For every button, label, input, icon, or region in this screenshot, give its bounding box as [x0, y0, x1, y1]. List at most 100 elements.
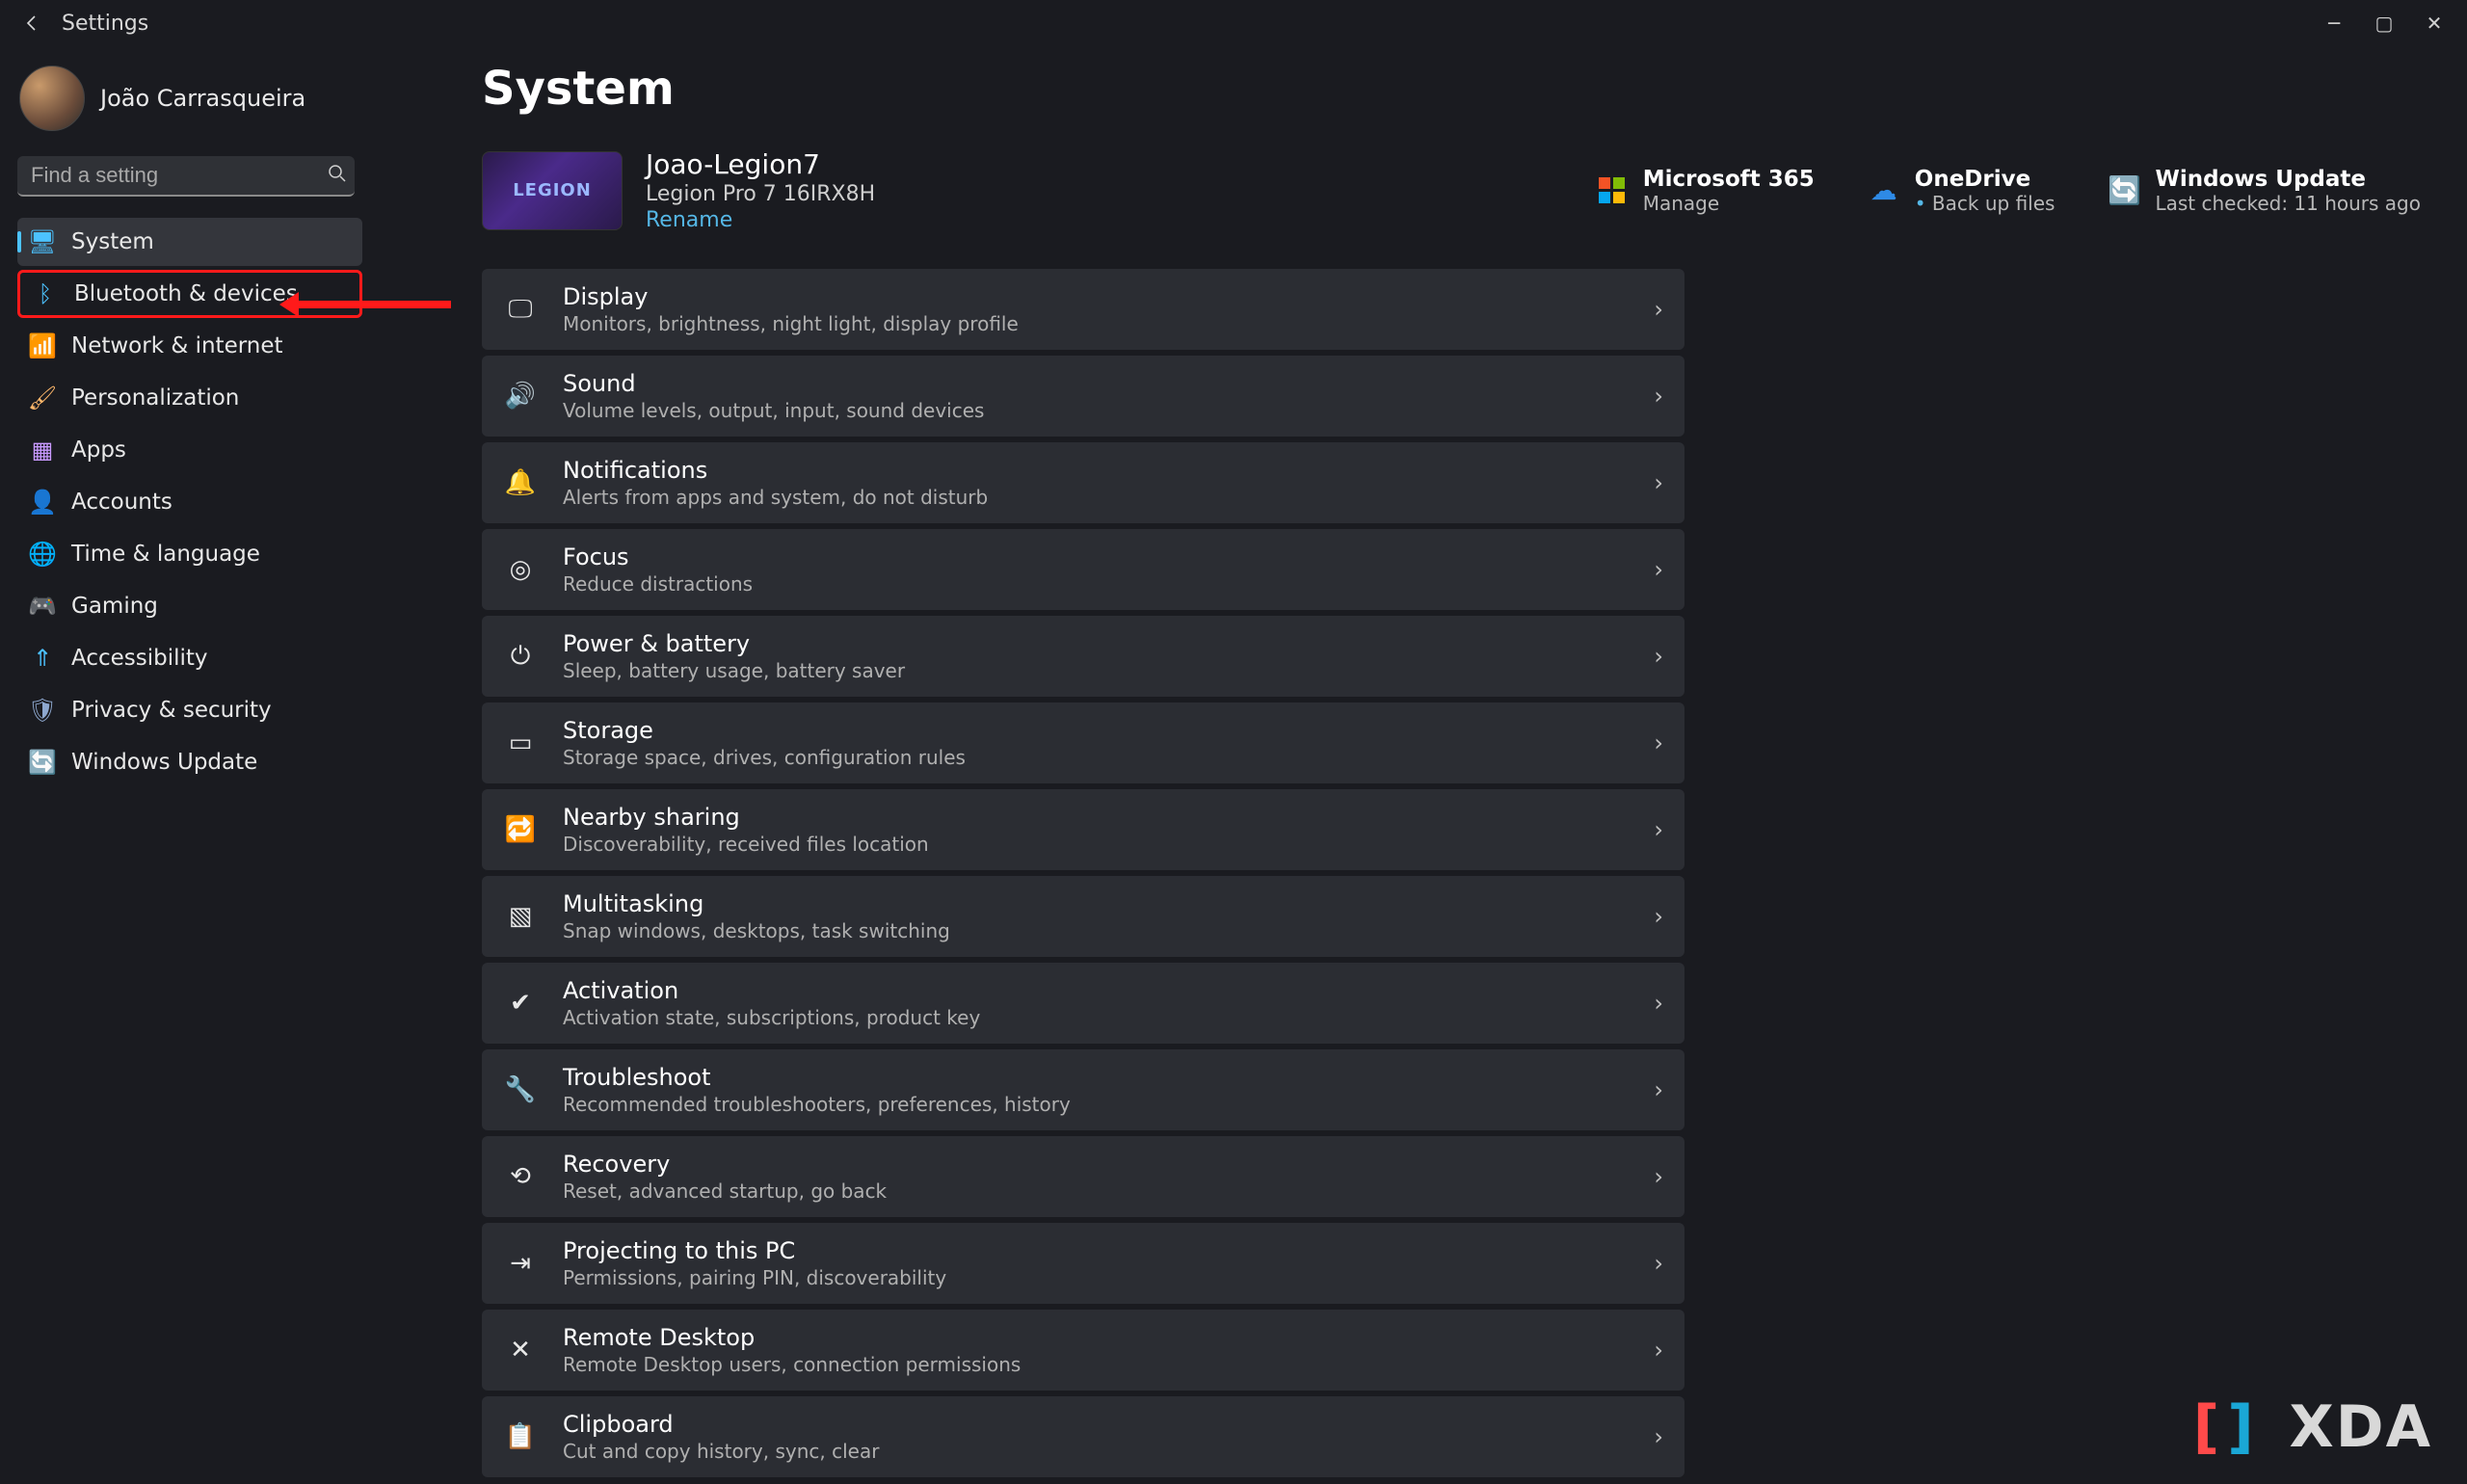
- system-header: LEGION Joao-Legion7 Legion Pro 7 16IRX8H…: [482, 148, 2428, 232]
- sidebar-item-gaming[interactable]: 🎮 Gaming: [17, 582, 362, 630]
- account-header[interactable]: João Carrasqueira: [17, 58, 362, 148]
- update-icon: 🔄: [29, 749, 56, 776]
- device-thumbnail: LEGION: [482, 151, 623, 230]
- sidebar-item-network-internet[interactable]: 📶Network & internet: [17, 322, 362, 370]
- chevron-right-icon: ›: [1654, 556, 1663, 583]
- settings-item-clipboard[interactable]: 📋ClipboardCut and copy history, sync, cl…: [482, 1396, 1684, 1477]
- rename-link[interactable]: Rename: [646, 208, 875, 232]
- sidebar-item-bluetooth-devices[interactable]: ᛒBluetooth & devices: [17, 270, 362, 318]
- page-title: System: [482, 62, 2428, 116]
- sidebar-item-privacy-security[interactable]: 🛡Privacy & security: [17, 686, 362, 734]
- item-title: Troubleshoot: [563, 1064, 1071, 1091]
- device-info: Joao-Legion7 Legion Pro 7 16IRX8H Rename: [646, 148, 875, 232]
- settings-item-multitasking[interactable]: ▧ MultitaskingSnap windows, desktops, tas…: [482, 876, 1684, 957]
- item-subtitle: Snap windows, desktops, task switching: [563, 919, 950, 942]
- sidebar-item-label: Accounts: [71, 490, 172, 515]
- storage-icon: ▭: [503, 729, 538, 757]
- item-title: Recovery: [563, 1151, 887, 1178]
- settings-item-focus[interactable]: ◎FocusReduce distractions›: [482, 529, 1684, 610]
- sidebar-item-accessibility[interactable]: ⇑ Accessibility: [17, 634, 362, 682]
- maximize-button[interactable]: ▢: [2371, 10, 2398, 37]
- status-sub: Last checked: 11 hours ago: [2155, 192, 2421, 215]
- item-title: Focus: [563, 543, 753, 570]
- back-button[interactable]: [21, 12, 44, 35]
- gamepad-icon: 🎮: [29, 593, 56, 620]
- settings-item-activation[interactable]: ✔ ActivationActivation state, subscriptio…: [482, 963, 1684, 1044]
- settings-item-projecting-to-this-pc[interactable]: ⇥Projecting to this PCPermissions, pairi…: [482, 1223, 1684, 1304]
- item-title: Remote Desktop: [563, 1324, 1021, 1351]
- settings-item-recovery[interactable]: ⟲ RecoveryReset, advanced startup, go bac…: [482, 1136, 1684, 1217]
- chevron-right-icon: ›: [1654, 469, 1663, 496]
- item-title: Storage: [563, 717, 966, 744]
- chevron-right-icon: ›: [1654, 1076, 1663, 1103]
- recovery-icon: ⟲: [503, 1162, 538, 1191]
- close-button[interactable]: ✕: [2421, 10, 2448, 37]
- check-icon: ✔: [503, 989, 538, 1018]
- clipboard-icon: 📋: [503, 1422, 538, 1451]
- item-subtitle: Reset, advanced startup, go back: [563, 1179, 887, 1203]
- remote-icon: ✕: [503, 1336, 538, 1365]
- chevron-right-icon: ›: [1654, 1337, 1663, 1364]
- item-title: Notifications: [563, 457, 988, 484]
- paintbrush-icon: 🖌: [29, 384, 56, 411]
- sidebar-item-personalization[interactable]: 🖌Personalization: [17, 374, 362, 422]
- item-title: Power & battery: [563, 630, 905, 657]
- item-title: Activation: [563, 977, 980, 1004]
- status-title: Windows Update: [2155, 167, 2421, 192]
- sidebar-item-apps[interactable]: ▦Apps: [17, 426, 362, 474]
- sidebar-item-system[interactable]: 🖥System: [17, 218, 362, 266]
- apps-icon: ▦: [29, 437, 56, 464]
- project-icon: ⇥: [503, 1249, 538, 1278]
- status-microsoft-365[interactable]: Microsoft 365Manage: [1597, 167, 1815, 215]
- sidebar-item-time-language[interactable]: 🌐Time & language: [17, 530, 362, 578]
- settings-item-display[interactable]: 🖵DisplayMonitors, brightness, night ligh…: [482, 269, 1684, 350]
- sidebar-item-label: System: [71, 229, 154, 254]
- annotation-arrow: [297, 301, 451, 308]
- bluetooth-icon: ᛒ: [32, 280, 59, 307]
- status-onedrive[interactable]: ☁OneDriveBack up files: [1869, 167, 2056, 215]
- chevron-right-icon: ›: [1654, 383, 1663, 410]
- item-subtitle: Storage space, drives, configuration rul…: [563, 746, 966, 769]
- sidebar-item-label: Accessibility: [71, 646, 208, 671]
- item-title: Nearby sharing: [563, 804, 929, 831]
- chevron-right-icon: ›: [1654, 816, 1663, 843]
- settings-item-sound[interactable]: 🔊SoundVolume levels, output, input, soun…: [482, 356, 1684, 437]
- sidebar-item-label: Privacy & security: [71, 698, 272, 723]
- status-sub: Manage: [1643, 192, 1815, 215]
- sidebar-item-label: Gaming: [71, 594, 158, 619]
- chevron-right-icon: ›: [1654, 729, 1663, 756]
- globe-clock-icon: 🌐: [29, 541, 56, 568]
- cloud-icon: ☁: [1869, 175, 1899, 206]
- status-tiles: Microsoft 365Manage ☁OneDriveBack up file…: [1597, 167, 2421, 215]
- item-subtitle: Volume levels, output, input, sound devi…: [563, 399, 984, 422]
- chevron-right-icon: ›: [1654, 643, 1663, 670]
- item-title: Projecting to this PC: [563, 1237, 946, 1264]
- settings-item-troubleshoot[interactable]: 🔧TroubleshootRecommended troubleshooters…: [482, 1049, 1684, 1130]
- share-icon: 🔁: [503, 815, 538, 844]
- settings-item-power-battery[interactable]: ⏻ Power & batterySleep, battery usage, ba…: [482, 616, 1684, 697]
- update-icon: 🔄: [2109, 175, 2139, 206]
- accessibility-icon: ⇑: [29, 645, 56, 672]
- power-icon: ⏻: [503, 642, 538, 672]
- item-subtitle: Discoverability, received files location: [563, 833, 929, 856]
- settings-item-nearby-sharing[interactable]: 🔁 Nearby sharingDiscoverability, received…: [482, 789, 1684, 870]
- search-wrap: [17, 156, 362, 197]
- item-subtitle: Sleep, battery usage, battery saver: [563, 659, 905, 682]
- search-input[interactable]: [17, 156, 355, 197]
- display-icon: 🖵: [503, 295, 538, 325]
- settings-item-storage[interactable]: ▭ StorageStorage space, drives, configura…: [482, 702, 1684, 783]
- item-title: Multitasking: [563, 890, 950, 917]
- settings-item-notifications[interactable]: 🔔NotificationsAlerts from apps and syste…: [482, 442, 1684, 523]
- sidebar-item-accounts[interactable]: 👤Accounts: [17, 478, 362, 526]
- settings-item-remote-desktop[interactable]: ✕Remote DesktopRemote Desktop users, con…: [482, 1310, 1684, 1391]
- settings-list: 🖵DisplayMonitors, brightness, night ligh…: [482, 269, 1684, 1477]
- chevron-right-icon: ›: [1654, 1250, 1663, 1277]
- item-subtitle: Alerts from apps and system, do not dist…: [563, 486, 988, 509]
- status-windows-update[interactable]: 🔄 Windows UpdateLast checked: 11 hours ag…: [2109, 167, 2421, 215]
- multitask-icon: ▧: [503, 902, 538, 931]
- wrench-icon: 🔧: [503, 1075, 538, 1104]
- sidebar-item-windows-update[interactable]: 🔄Windows Update: [17, 738, 362, 786]
- minimize-button[interactable]: ─: [2321, 10, 2348, 37]
- titlebar: Settings ─ ▢ ✕: [0, 0, 2467, 46]
- item-subtitle: Activation state, subscriptions, product…: [563, 1006, 980, 1029]
